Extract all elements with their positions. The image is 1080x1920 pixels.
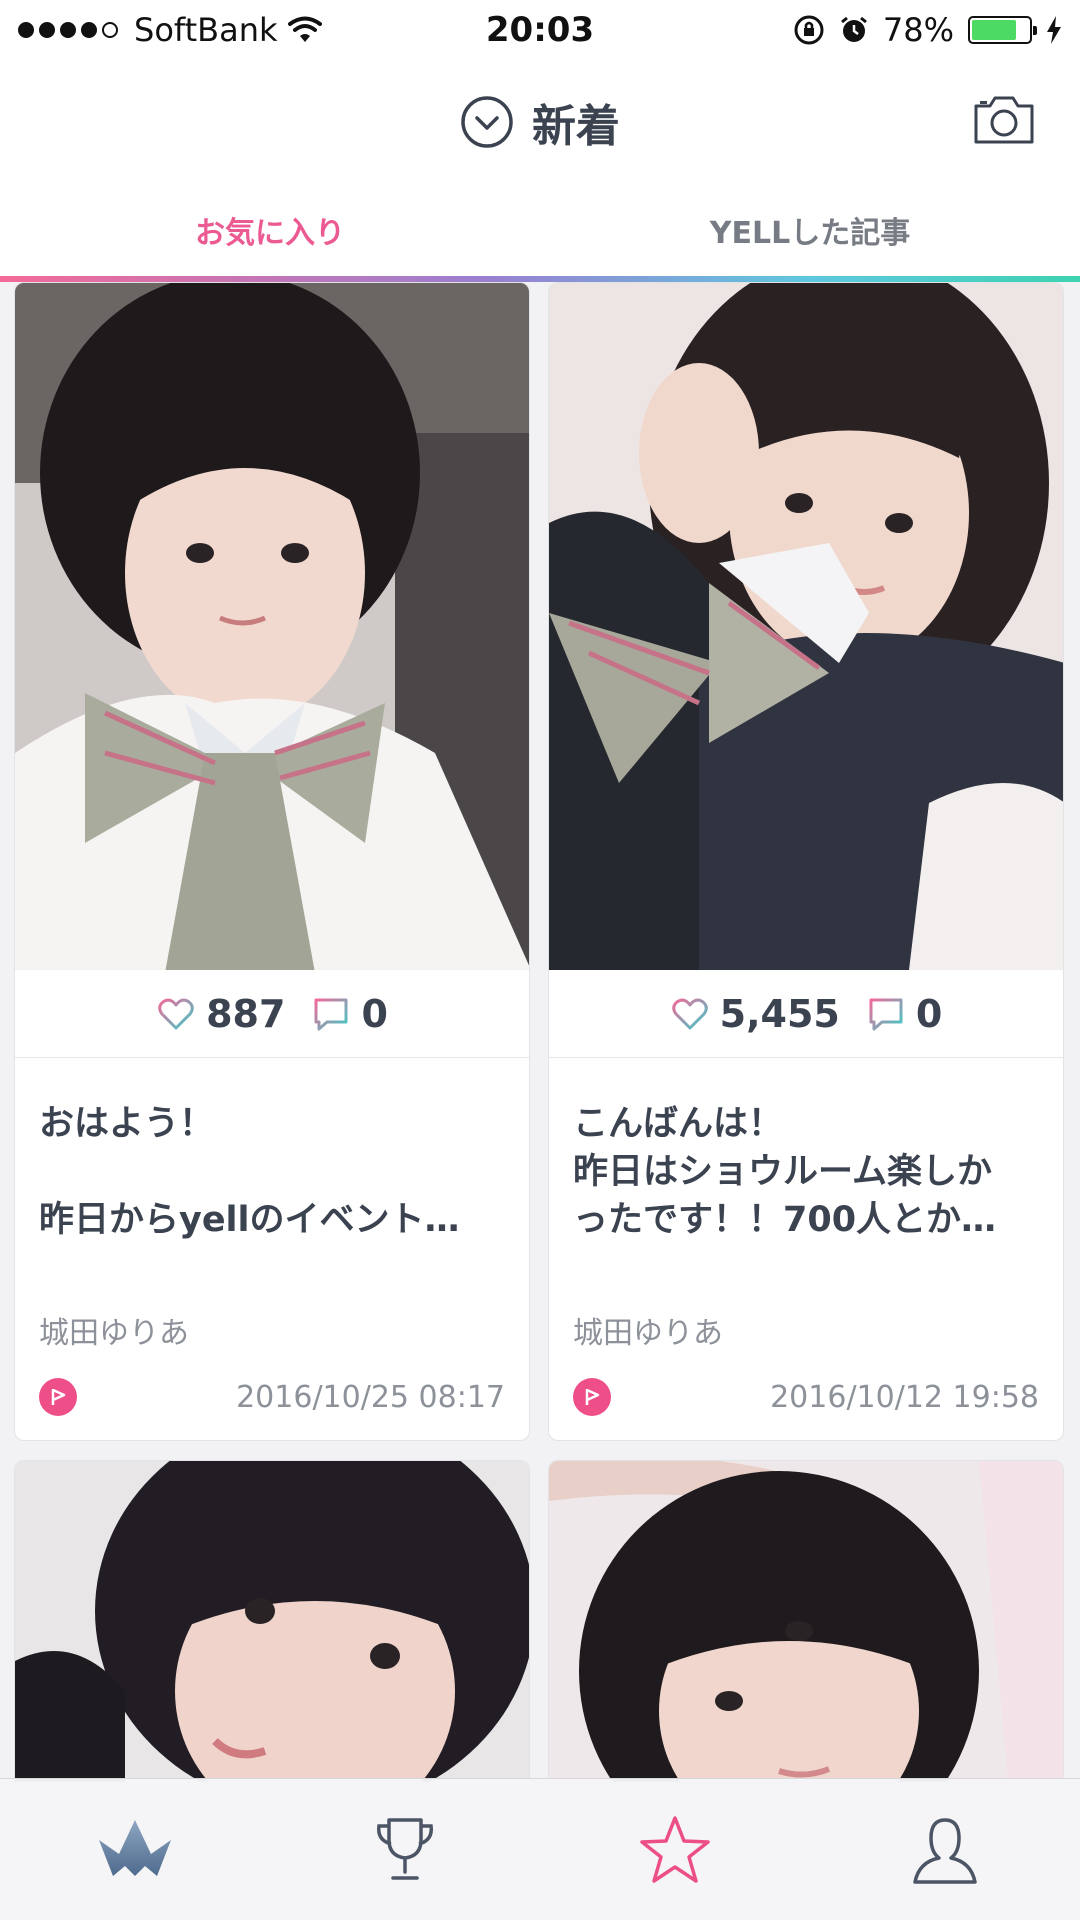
charging-bolt-icon <box>1047 16 1061 44</box>
battery-icon <box>968 16 1037 44</box>
comment-stat[interactable]: 0 <box>866 992 942 1036</box>
post-text: こんばんは！ 昨日はショウルーム楽しか ったです！！700人とか… <box>573 1104 997 1240</box>
post-stats: 5,455 0 <box>549 970 1063 1058</box>
flag-icon <box>39 1378 77 1416</box>
comment-count: 0 <box>915 991 943 1036</box>
segment-tabs: お気に入り YELLした記事 <box>0 184 1080 276</box>
alarm-icon <box>840 16 867 42</box>
crown-icon[interactable] <box>95 1810 175 1890</box>
post-author[interactable]: 城田ゆりあ <box>573 1308 1039 1352</box>
heart-icon[interactable] <box>156 994 196 1034</box>
tabbar-item-favorites[interactable] <box>540 1779 810 1920</box>
tab-favorites[interactable]: お気に入り <box>0 184 540 276</box>
post-card[interactable] <box>14 1460 530 1782</box>
tabbar-item-home[interactable] <box>0 1779 270 1920</box>
star-icon[interactable] <box>635 1810 715 1890</box>
comment-count: 0 <box>361 991 388 1036</box>
flag-icon <box>573 1378 611 1416</box>
status-bar: SoftBank 20:03 78% <box>0 0 1080 60</box>
post-stats: 887 0 <box>15 970 529 1058</box>
post-card[interactable]: 5,455 0 こんばんは！ 昨日はショウルーム楽しか ったです！！700人とか… <box>548 282 1064 1441</box>
post-date: 2016/10/25 08:17 <box>236 1379 505 1415</box>
comment-stat[interactable]: 0 <box>311 991 388 1036</box>
chevron-down-circle-icon[interactable] <box>460 95 514 149</box>
trophy-icon[interactable] <box>365 1810 445 1890</box>
post-card[interactable]: 887 0 おはよう！ 昨日からyellのイベント… 城田ゆりあ 2016/10… <box>14 282 530 1441</box>
camera-icon[interactable] <box>972 94 1036 146</box>
post-date: 2016/10/12 19:58 <box>770 1379 1039 1415</box>
post-author[interactable]: 城田ゆりあ <box>39 1308 505 1352</box>
like-count: 5,455 <box>719 991 840 1036</box>
post-photo[interactable] <box>15 283 529 970</box>
post-feed[interactable]: 887 0 おはよう！ 昨日からyellのイベント… 城田ゆりあ 2016/10… <box>0 282 1080 1782</box>
post-card[interactable] <box>548 1460 1064 1782</box>
battery-percent: 78% <box>882 11 954 49</box>
comment-icon[interactable] <box>866 994 906 1034</box>
signal-strength-icon <box>18 22 118 38</box>
post-photo[interactable] <box>15 1461 529 1782</box>
bottom-tab-bar <box>0 1778 1080 1920</box>
post-text: おはよう！ 昨日からyellのイベント… <box>39 1104 460 1240</box>
orientation-lock-icon <box>794 15 824 45</box>
tabbar-item-profile[interactable] <box>810 1779 1080 1920</box>
like-stat[interactable]: 887 <box>156 992 285 1036</box>
like-count: 887 <box>206 991 286 1036</box>
tabbar-item-ranking[interactable] <box>270 1779 540 1920</box>
user-icon[interactable] <box>905 1810 985 1890</box>
comment-icon[interactable] <box>311 994 351 1034</box>
page-title: 新着 <box>532 101 620 152</box>
wifi-icon <box>287 16 322 42</box>
tab-yelled-articles[interactable]: YELLした記事 <box>540 184 1080 276</box>
nav-header: 新着 <box>0 60 1080 184</box>
like-stat[interactable]: 5,455 <box>670 992 840 1036</box>
feed-selector[interactable]: 新着 <box>460 90 620 154</box>
heart-icon[interactable] <box>670 994 710 1034</box>
post-photo[interactable] <box>549 1461 1063 1782</box>
carrier-name: SoftBank <box>134 11 278 49</box>
post-photo[interactable] <box>549 283 1063 970</box>
